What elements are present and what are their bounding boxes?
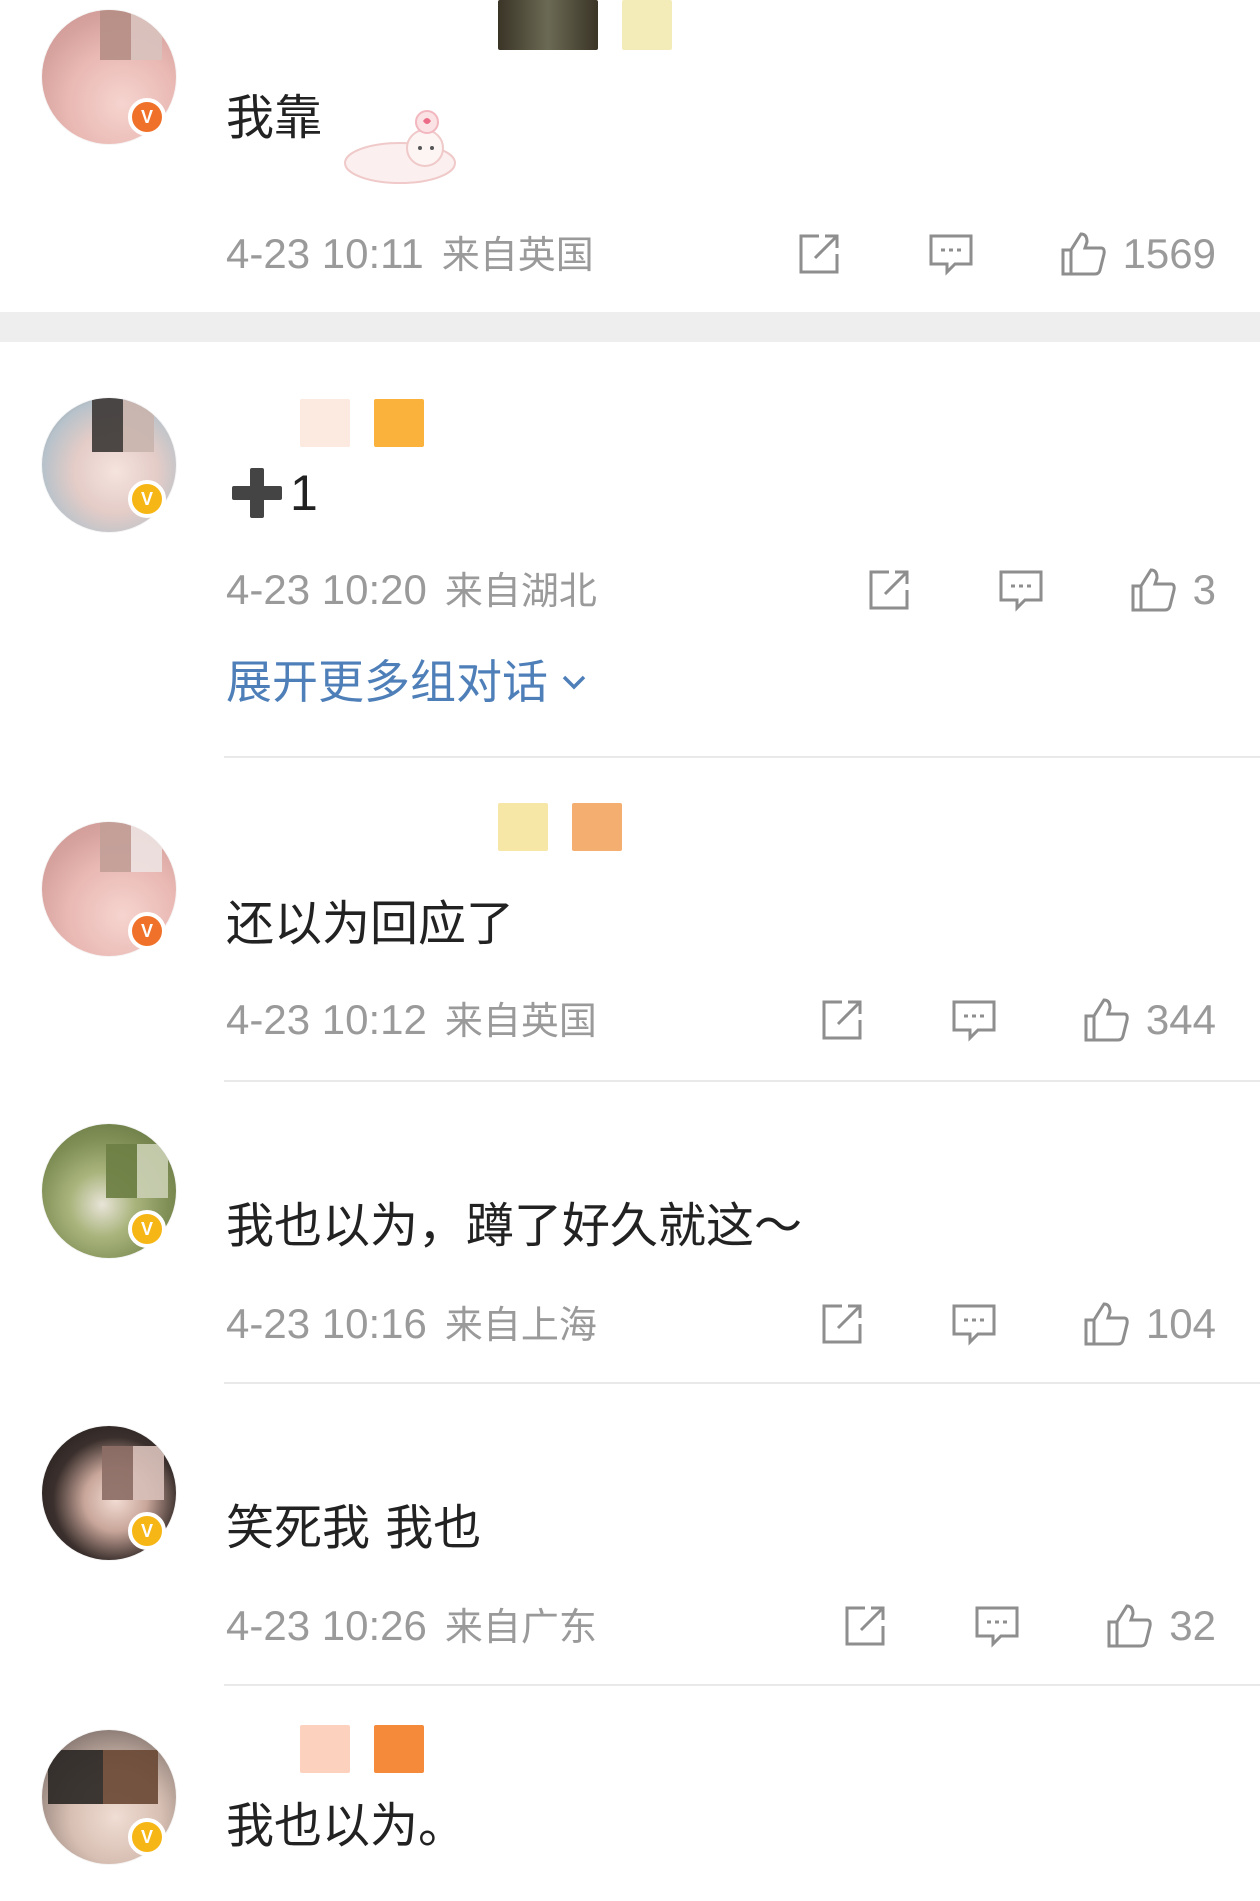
- comment-text: 笑死我 我也: [226, 1500, 482, 1556]
- expand-more-replies-link[interactable]: 展开更多组对话: [226, 654, 590, 710]
- repost-button[interactable]: [816, 1298, 868, 1350]
- comment-text: 还以为回应了: [226, 896, 515, 952]
- comment-actions: 344: [816, 990, 1216, 1050]
- thumbs-up-icon: [1131, 568, 1176, 612]
- comment-button[interactable]: [948, 994, 1000, 1046]
- thumbs-up-icon: [1084, 1302, 1129, 1346]
- comment-time: 4-23 10:12: [226, 996, 427, 1043]
- share-icon: [822, 1000, 862, 1040]
- username-redacted: [498, 0, 672, 50]
- comment-meta: 4-23 10:20 来自湖北: [226, 564, 597, 617]
- like-button[interactable]: 32: [1103, 1600, 1216, 1652]
- comment-item: V 我也以为。: [0, 1686, 1260, 1901]
- comment-item: V 还以为回应了 4-23 10:12 来自英国 344: [0, 758, 1260, 1078]
- verified-badge-icon: V: [128, 1512, 166, 1550]
- verified-badge-icon: V: [128, 480, 166, 518]
- like-count: 32: [1169, 1602, 1216, 1649]
- expand-more-replies-label: 展开更多组对话: [226, 655, 548, 709]
- comment-location: 来自上海: [444, 1303, 597, 1347]
- comment-actions: 3: [863, 560, 1216, 620]
- repost-button[interactable]: [793, 228, 845, 280]
- verified-badge-icon: V: [128, 1818, 166, 1856]
- comment-text: 我靠: [226, 90, 323, 146]
- like-count: 3: [1192, 566, 1216, 613]
- comment-item: V 我靠 4-23 10:11 来自英国 1569: [0, 0, 1260, 310]
- comment-icon: [975, 1606, 1019, 1648]
- comment-time: 4-23 10:16: [226, 1300, 427, 1347]
- verified-badge-icon: V: [128, 98, 166, 136]
- username-redacted: [498, 802, 622, 852]
- comment-meta: 4-23 10:26 来自广东: [226, 1600, 597, 1653]
- comment-location: 来自英国: [441, 233, 594, 277]
- verified-badge-icon: V: [128, 912, 166, 950]
- comment-item: V 我也以为，蹲了好久就这～ 4-23 10:16 来自上海 104: [0, 1082, 1260, 1382]
- comment-button[interactable]: [995, 564, 1047, 616]
- repost-button[interactable]: [816, 994, 868, 1046]
- share-icon: [845, 1606, 885, 1646]
- share-icon: [822, 1304, 862, 1344]
- share-icon: [799, 234, 839, 274]
- comment-button[interactable]: [925, 228, 977, 280]
- comment-time: 4-23 10:20: [226, 566, 427, 613]
- comment-text: 1: [226, 462, 318, 524]
- comment-icon: [952, 1304, 996, 1346]
- like-button[interactable]: 344: [1080, 994, 1216, 1046]
- comment-location: 来自广东: [444, 1605, 597, 1649]
- thumbs-up-icon: [1061, 232, 1106, 276]
- plus-emoji-icon: [232, 468, 282, 518]
- like-button[interactable]: 1569: [1057, 228, 1216, 280]
- comment-meta: 4-23 10:16 来自上海: [226, 1298, 597, 1351]
- like-button[interactable]: 3: [1127, 564, 1216, 616]
- comment-feed: V 我靠 4-23 10:11 来自英国 1569 V 1 4-23 10:20…: [0, 0, 1260, 1901]
- share-icon: [869, 570, 909, 610]
- chevron-down-icon: [558, 654, 590, 710]
- comment-location: 来自英国: [444, 999, 597, 1043]
- username-redacted: [300, 1724, 424, 1774]
- comment-actions: 104: [816, 1294, 1216, 1354]
- comment-text: 我也以为，蹲了好久就这～: [226, 1198, 803, 1254]
- comment-time: 4-23 10:11: [226, 230, 424, 277]
- comment-text: 我也以为。: [226, 1798, 467, 1854]
- cat-sticker-icon: [344, 110, 456, 184]
- like-count: 344: [1145, 996, 1216, 1043]
- comment-button[interactable]: [971, 1600, 1023, 1652]
- repost-button[interactable]: [839, 1600, 891, 1652]
- comment-text-suffix: 1: [290, 465, 318, 521]
- comment-button[interactable]: [948, 1298, 1000, 1350]
- comment-icon: [929, 234, 973, 276]
- section-separator: [0, 312, 1260, 342]
- comment-icon: [952, 1000, 996, 1042]
- username-redacted: [300, 398, 424, 448]
- repost-button[interactable]: [863, 564, 915, 616]
- thumbs-up-icon: [1084, 998, 1129, 1042]
- comment-actions: 1569: [793, 224, 1216, 284]
- comment-meta: 4-23 10:12 来自英国: [226, 994, 597, 1047]
- like-count: 1569: [1122, 230, 1216, 277]
- comment-item: V 笑死我 我也 4-23 10:26 来自广东 32: [0, 1384, 1260, 1684]
- thumbs-up-icon: [1107, 1604, 1152, 1648]
- like-count: 104: [1145, 1300, 1216, 1347]
- like-button[interactable]: 104: [1080, 1298, 1216, 1350]
- comment-location: 来自湖北: [444, 569, 597, 613]
- comment-icon: [999, 570, 1043, 612]
- comment-time: 4-23 10:26: [226, 1602, 427, 1649]
- verified-badge-icon: V: [128, 1210, 166, 1248]
- comment-meta: 4-23 10:11 来自英国: [226, 228, 594, 281]
- comment-actions: 32: [839, 1596, 1216, 1656]
- comment-item: V 1 4-23 10:20 来自湖北 3 展开更多组对话: [0, 342, 1260, 762]
